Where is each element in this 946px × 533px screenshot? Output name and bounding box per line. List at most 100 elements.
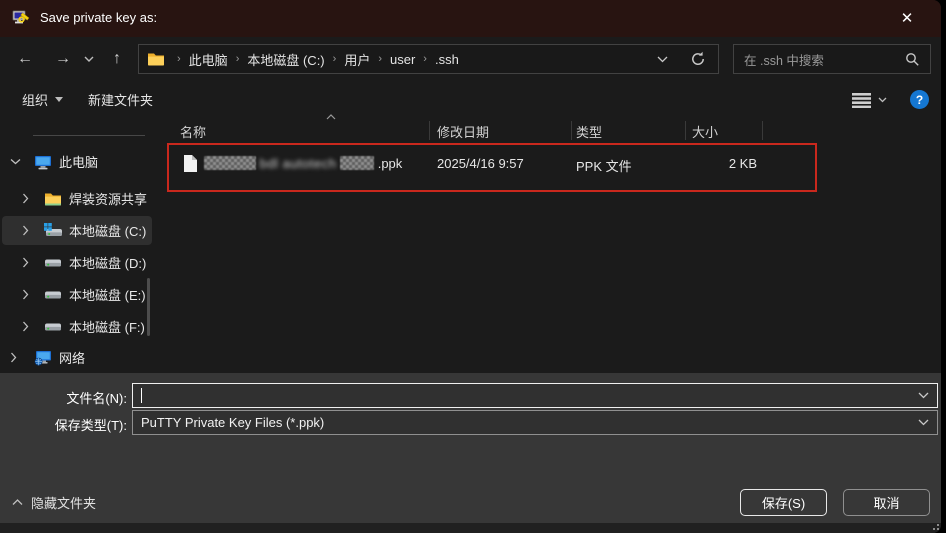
- file-size: 2 KB: [685, 156, 757, 171]
- close-button[interactable]: ✕: [885, 0, 929, 36]
- forward-icon: →: [55, 50, 71, 68]
- search-placeholder: 在 .ssh 中搜索: [744, 50, 905, 69]
- back-button[interactable]: ←: [12, 47, 38, 71]
- column-resizer[interactable]: [762, 121, 763, 140]
- breadcrumb-ssh[interactable]: .ssh: [433, 52, 461, 67]
- file-list: 名称 修改日期 类型 大小 bdl autotech .ppk 2025/4/1…: [160, 118, 941, 373]
- file-name: bdl autotech .ppk: [204, 156, 402, 171]
- sidebar-item-label: 本地磁盘 (E:): [69, 285, 146, 304]
- recent-locations-button[interactable]: [80, 47, 98, 71]
- sidebar-item-label: 本地磁盘 (F:): [69, 317, 145, 336]
- sidebar-item-label: 本地磁盘 (D:): [69, 253, 146, 272]
- hide-folders-button[interactable]: 隐藏文件夹: [12, 489, 96, 515]
- chevron-right-icon[interactable]: [22, 289, 29, 300]
- bottom-panel: 文件名(N): 保存类型(T): PuTTY Private Key Files…: [0, 373, 941, 523]
- drive-icon: [44, 289, 62, 301]
- text-cursor: [141, 388, 142, 403]
- file-type: PPK 文件: [576, 156, 632, 175]
- savetype-label: 保存类型(T):: [0, 415, 127, 434]
- refresh-icon[interactable]: [690, 51, 706, 67]
- network-icon: [34, 350, 52, 366]
- chevron-right-icon[interactable]: [10, 352, 17, 363]
- address-bar[interactable]: › 此电脑 › 本地磁盘 (C:) › 用户 › user › .ssh: [138, 44, 719, 74]
- sort-ascending-icon: [326, 114, 336, 120]
- breadcrumb-separator: ›: [327, 53, 343, 65]
- chevron-down-icon[interactable]: [10, 158, 21, 165]
- new-folder-button[interactable]: 新建文件夹: [88, 81, 153, 118]
- up-button[interactable]: ↑: [104, 47, 130, 71]
- file-extension: .ppk: [378, 156, 403, 171]
- breadcrumb-user[interactable]: user: [388, 52, 417, 67]
- savetype-dropdown[interactable]: PuTTY Private Key Files (*.ppk): [132, 410, 938, 435]
- column-header-date[interactable]: 修改日期: [437, 122, 489, 141]
- sidebar-scrollbar[interactable]: [147, 278, 150, 336]
- chevron-right-icon[interactable]: [22, 225, 29, 236]
- breadcrumb-separator: ›: [417, 53, 433, 65]
- column-resizer[interactable]: [429, 121, 430, 140]
- search-icon: [905, 52, 920, 67]
- filename-input[interactable]: [132, 383, 938, 408]
- chevron-down-icon[interactable]: [918, 392, 929, 399]
- file-name-blurred: bdl autotech: [260, 156, 337, 171]
- navigation-bar: ← → ↑ › 此电脑 › 本地磁盘 (C:) › 用户 › user › .s…: [0, 37, 941, 81]
- chevron-down-icon[interactable]: [918, 419, 929, 426]
- file-date: 2025/4/16 9:57: [437, 156, 524, 171]
- hide-folders-label: 隐藏文件夹: [31, 493, 96, 512]
- cancel-button[interactable]: 取消: [843, 489, 930, 516]
- forward-button[interactable]: →: [50, 47, 76, 71]
- search-box[interactable]: 在 .ssh 中搜索: [733, 44, 931, 74]
- sidebar-item-this-pc[interactable]: 此电脑: [0, 146, 160, 177]
- savetype-value: PuTTY Private Key Files (*.ppk): [141, 415, 324, 430]
- organize-button[interactable]: 组织: [22, 81, 63, 118]
- chevron-right-icon[interactable]: [22, 193, 29, 204]
- breadcrumb-users[interactable]: 用户: [342, 50, 372, 69]
- column-header-name[interactable]: 名称: [180, 122, 206, 141]
- close-icon: ✕: [901, 9, 914, 27]
- view-mode-button[interactable]: [852, 81, 887, 118]
- column-resizer[interactable]: [571, 121, 572, 140]
- chevron-down-icon: [878, 97, 887, 103]
- details-view-icon: [852, 92, 871, 108]
- breadcrumb-drive-c[interactable]: 本地磁盘 (C:): [245, 50, 326, 69]
- chevron-up-icon: [12, 499, 23, 506]
- organize-label: 组织: [22, 90, 48, 109]
- column-resizer[interactable]: [685, 121, 686, 140]
- help-button[interactable]: ?: [910, 81, 929, 118]
- save-button-label: 保存(S): [762, 493, 805, 512]
- cancel-button-label: 取消: [873, 493, 899, 512]
- sidebar-divider: [33, 135, 145, 136]
- breadcrumb-separator: ›: [171, 53, 187, 65]
- breadcrumb-separator: ›: [230, 53, 246, 65]
- windows-drive-icon: [44, 223, 62, 238]
- title-bar: Save private key as: ✕: [0, 0, 941, 37]
- help-icon: ?: [916, 93, 923, 107]
- sidebar-item-shared-folder[interactable]: 焊装资源共享: [0, 183, 160, 214]
- breadcrumb-separator: ›: [372, 53, 388, 65]
- sidebar-item-drive-c[interactable]: 本地磁盘 (C:): [0, 215, 160, 246]
- drive-icon: [44, 257, 62, 269]
- chevron-right-icon[interactable]: [22, 257, 29, 268]
- puttygen-app-icon: [12, 8, 32, 28]
- sidebar-item-label: 本地磁盘 (C:): [69, 221, 146, 240]
- filename-label: 文件名(N):: [0, 388, 127, 407]
- window-title: Save private key as:: [40, 10, 157, 25]
- dropdown-triangle-icon: [55, 97, 63, 102]
- breadcrumb-this-pc[interactable]: 此电脑: [187, 50, 230, 69]
- sidebar-item-drive-f[interactable]: 本地磁盘 (F:): [0, 311, 160, 342]
- drive-icon: [44, 321, 62, 333]
- resize-grip[interactable]: [930, 517, 941, 531]
- file-row-ppk[interactable]: bdl autotech .ppk 2025/4/16 9:57 PPK 文件 …: [160, 148, 941, 181]
- sidebar-item-label: 焊装资源共享: [69, 189, 147, 208]
- column-header-type[interactable]: 类型: [576, 122, 602, 141]
- address-dropdown-icon[interactable]: [657, 56, 668, 63]
- chevron-down-icon: [84, 56, 94, 62]
- sidebar-item-drive-d[interactable]: 本地磁盘 (D:): [0, 247, 160, 278]
- folder-icon: [44, 192, 62, 206]
- save-dialog-window: Save private key as: ✕ ← → ↑ › 此电脑 › 本地磁…: [0, 0, 941, 533]
- save-button[interactable]: 保存(S): [740, 489, 827, 516]
- column-header-size[interactable]: 大小: [692, 122, 718, 141]
- chevron-right-icon[interactable]: [22, 321, 29, 332]
- sidebar-item-drive-e[interactable]: 本地磁盘 (E:): [0, 279, 160, 310]
- back-icon: ←: [17, 50, 33, 68]
- sidebar-item-network[interactable]: 网络: [0, 342, 160, 373]
